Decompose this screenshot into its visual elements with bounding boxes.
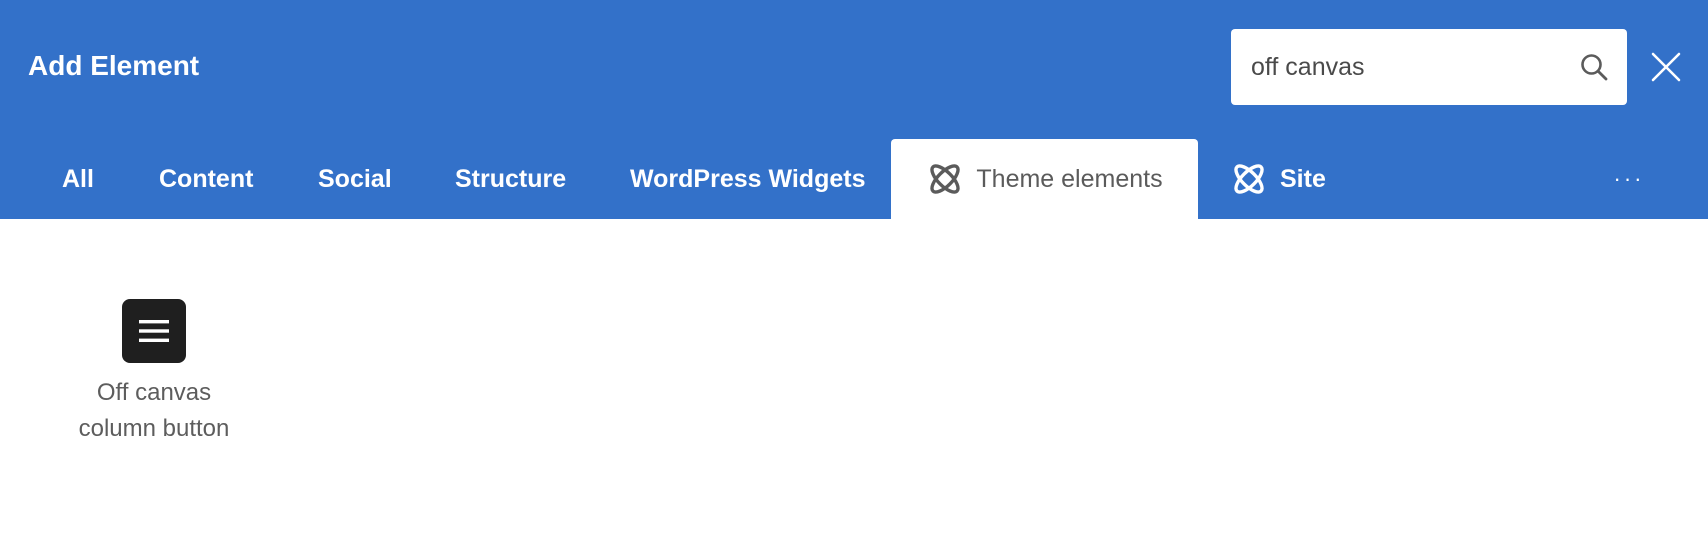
hamburger-menu-icon xyxy=(122,299,186,363)
element-label-line: Off canvas xyxy=(96,379,212,406)
search-box xyxy=(1231,29,1627,105)
modal-title: Add Element xyxy=(28,50,200,81)
search-input[interactable] xyxy=(1251,29,1571,105)
tab-label: All xyxy=(62,164,94,193)
tab-label: Structure xyxy=(455,164,567,193)
tab-label: Theme elements xyxy=(976,164,1163,193)
close-icon[interactable] xyxy=(1648,49,1684,85)
site-icon xyxy=(1230,160,1268,198)
element-label: Off canvas column button xyxy=(60,375,248,447)
tab-site[interactable]: Site xyxy=(1230,139,1326,219)
tab-all[interactable]: All xyxy=(62,139,94,219)
search-icon[interactable] xyxy=(1579,52,1609,82)
modal-header: Add Element All Content xyxy=(0,0,1708,219)
tab-label: Site xyxy=(1280,164,1326,193)
tab-structure[interactable]: Structure xyxy=(455,139,566,219)
tab-content[interactable]: Content xyxy=(159,139,253,219)
theme-elements-icon xyxy=(926,160,964,198)
more-icon[interactable]: ··· xyxy=(1604,139,1654,219)
tab-label: WordPress Widgets xyxy=(630,164,866,193)
tab-social[interactable]: Social xyxy=(318,139,392,219)
category-tabs: All Content Social Structure WordPress W… xyxy=(0,139,1708,219)
tab-wordpress-widgets[interactable]: WordPress Widgets xyxy=(630,139,865,219)
tab-label: Social xyxy=(318,164,392,193)
add-element-modal: Add Element All Content xyxy=(0,0,1708,554)
tab-label: Content xyxy=(159,164,254,193)
element-list: Off canvas column button xyxy=(0,219,1708,554)
element-off-canvas-column-button[interactable]: Off canvas column button xyxy=(60,299,248,479)
tab-theme-elements[interactable]: Theme elements xyxy=(891,139,1198,219)
element-label-line: column button xyxy=(78,415,230,442)
